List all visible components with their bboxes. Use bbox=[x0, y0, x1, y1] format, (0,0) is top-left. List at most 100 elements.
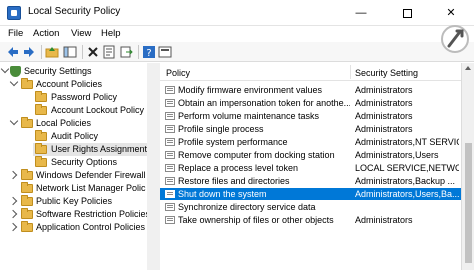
menu-file[interactable]: File bbox=[8, 28, 23, 39]
svg-text:?: ? bbox=[146, 48, 151, 59]
tree-label: Password Policy bbox=[51, 92, 118, 102]
table-row[interactable]: Replace a process level token LOCAL SERVI… bbox=[160, 162, 461, 174]
tree-item-security-settings[interactable]: Security Settings bbox=[0, 64, 147, 78]
tree-label: Public Key Policies bbox=[36, 196, 113, 206]
folder-icon bbox=[35, 130, 47, 141]
tree-label: Windows Defender Firewall bbox=[36, 170, 146, 180]
folder-icon bbox=[21, 208, 33, 219]
menu-bar: File Action View Help bbox=[0, 26, 474, 42]
policy-icon bbox=[165, 216, 175, 224]
table-row[interactable]: Profile system performance Administrators… bbox=[160, 136, 461, 148]
row-security-setting: Administrators,Users bbox=[355, 150, 439, 160]
wrench-logo-icon bbox=[441, 25, 469, 53]
tree-label: Network List Manager Polic bbox=[36, 183, 146, 193]
table-row[interactable]: Take ownership of files or other objects… bbox=[160, 214, 461, 226]
tree-label: Security Options bbox=[51, 157, 118, 167]
list-scrollbar[interactable] bbox=[461, 63, 474, 270]
tree-scrollbar[interactable] bbox=[147, 63, 155, 270]
row-security-setting: Administrators,Users,Ba... bbox=[355, 189, 459, 199]
tree-item-security-options[interactable]: Security Options bbox=[0, 156, 147, 169]
tree-item-user-rights-assignment[interactable]: User Rights Assignment bbox=[33, 143, 147, 156]
toolbar-separator bbox=[82, 45, 83, 59]
menu-action[interactable]: Action bbox=[33, 28, 59, 39]
column-header-security-setting[interactable]: Security Setting bbox=[355, 68, 418, 78]
maximize-icon bbox=[402, 8, 412, 18]
properties-icon[interactable] bbox=[102, 45, 116, 59]
row-security-setting: Administrators,Backup ... bbox=[355, 176, 456, 186]
row-security-setting: Administrators bbox=[355, 111, 413, 121]
toolbar: ? bbox=[0, 42, 474, 62]
table-row[interactable]: Modify firmware environment values Admini… bbox=[160, 84, 461, 96]
tree-label: Software Restriction Policies bbox=[36, 209, 151, 219]
expand-chevron-icon[interactable] bbox=[8, 170, 18, 180]
expand-chevron-icon[interactable] bbox=[0, 64, 10, 74]
folder-icon bbox=[21, 117, 33, 128]
title-bar: Local Security Policy — ✕ bbox=[0, 0, 474, 26]
policy-icon bbox=[165, 125, 175, 133]
toolbar-separator bbox=[41, 45, 42, 59]
table-row[interactable]: Profile single process Administrators bbox=[160, 123, 461, 135]
row-policy-name: Take ownership of files or other objects bbox=[178, 215, 334, 225]
folder-icon bbox=[21, 195, 33, 206]
folder-icon bbox=[21, 169, 33, 180]
expand-chevron-icon[interactable] bbox=[8, 222, 18, 232]
tree-item-audit-policy[interactable]: Audit Policy bbox=[0, 130, 147, 143]
row-security-setting: Administrators,NT SERVIC... bbox=[355, 137, 459, 147]
tree-label: Account Lockout Policy bbox=[51, 105, 145, 115]
forward-arrow-icon[interactable] bbox=[22, 45, 36, 59]
menu-help[interactable]: Help bbox=[101, 28, 121, 39]
policy-list: Policy Security Setting Modify firmware … bbox=[160, 63, 461, 270]
show-hide-tree-icon[interactable] bbox=[63, 45, 77, 59]
tree-item-public-key-policies[interactable]: Public Key Policies bbox=[0, 195, 147, 208]
row-policy-name: Profile system performance bbox=[178, 137, 288, 147]
scrollbar-thumb[interactable] bbox=[465, 143, 472, 263]
help-icon[interactable]: ? bbox=[142, 45, 156, 59]
window-title: Local Security Policy bbox=[28, 6, 121, 17]
maximize-button[interactable] bbox=[384, 0, 430, 26]
column-header-policy[interactable]: Policy bbox=[166, 68, 190, 78]
tree-item-application-control-policies[interactable]: Application Control Policies bbox=[0, 221, 147, 234]
column-divider[interactable] bbox=[350, 65, 351, 79]
console-view-icon[interactable] bbox=[158, 45, 172, 59]
table-row[interactable]: Synchronize directory service data bbox=[160, 201, 461, 213]
row-security-setting: Administrators bbox=[355, 215, 413, 225]
folder-icon bbox=[21, 182, 33, 193]
folder-icon bbox=[21, 78, 33, 89]
expand-chevron-icon[interactable] bbox=[8, 196, 18, 206]
app-icon bbox=[7, 6, 21, 20]
row-policy-name: Modify firmware environment values bbox=[178, 85, 323, 95]
row-security-setting: LOCAL SERVICE,NETWO... bbox=[355, 163, 459, 173]
tree-item-account-lockout-policy[interactable]: Account Lockout Policy bbox=[0, 104, 147, 117]
tree-item-account-policies[interactable]: Account Policies bbox=[0, 77, 147, 91]
back-arrow-icon[interactable] bbox=[6, 45, 20, 59]
tree-item-software-restriction-policies[interactable]: Software Restriction Policies bbox=[0, 208, 151, 221]
tree-item-network-list-manager[interactable]: Network List Manager Polic bbox=[0, 182, 147, 195]
table-row[interactable]: Restore files and directories Administrat… bbox=[160, 175, 461, 187]
table-row[interactable]: Remove computer from docking station Admi… bbox=[160, 149, 461, 161]
tree-label: Audit Policy bbox=[51, 131, 99, 141]
row-policy-name: Obtain an impersonation token for anothe… bbox=[178, 98, 350, 108]
row-security-setting: Administrators bbox=[355, 124, 413, 134]
table-row[interactable]: Perform volume maintenance tasks Administ… bbox=[160, 110, 461, 122]
policy-icon bbox=[165, 177, 175, 185]
toolbar-separator bbox=[138, 45, 139, 59]
scroll-up-arrow-icon[interactable] bbox=[465, 66, 471, 70]
delete-icon[interactable] bbox=[86, 45, 100, 59]
tree-item-local-policies[interactable]: Local Policies bbox=[0, 116, 147, 130]
table-row-selected[interactable]: Shut down the system Administrators,Users… bbox=[160, 188, 461, 200]
row-policy-name: Perform volume maintenance tasks bbox=[178, 111, 320, 121]
tree-item-windows-defender-firewall[interactable]: Windows Defender Firewall bbox=[0, 169, 147, 182]
table-row[interactable]: Obtain an impersonation token for anothe… bbox=[160, 97, 461, 109]
tree-item-password-policy[interactable]: Password Policy bbox=[0, 91, 147, 104]
expand-chevron-icon[interactable] bbox=[8, 209, 18, 219]
expand-chevron-icon[interactable] bbox=[9, 77, 19, 87]
expand-chevron-icon[interactable] bbox=[9, 116, 19, 126]
minimize-button[interactable]: — bbox=[338, 0, 384, 26]
menu-view[interactable]: View bbox=[71, 28, 91, 39]
export-list-icon[interactable] bbox=[119, 45, 133, 59]
up-folder-icon[interactable] bbox=[45, 45, 59, 59]
row-policy-name: Restore files and directories bbox=[178, 176, 290, 186]
row-policy-name: Remove computer from docking station bbox=[178, 150, 335, 160]
tree-label: Security Settings bbox=[24, 66, 92, 76]
folder-icon bbox=[35, 143, 47, 154]
